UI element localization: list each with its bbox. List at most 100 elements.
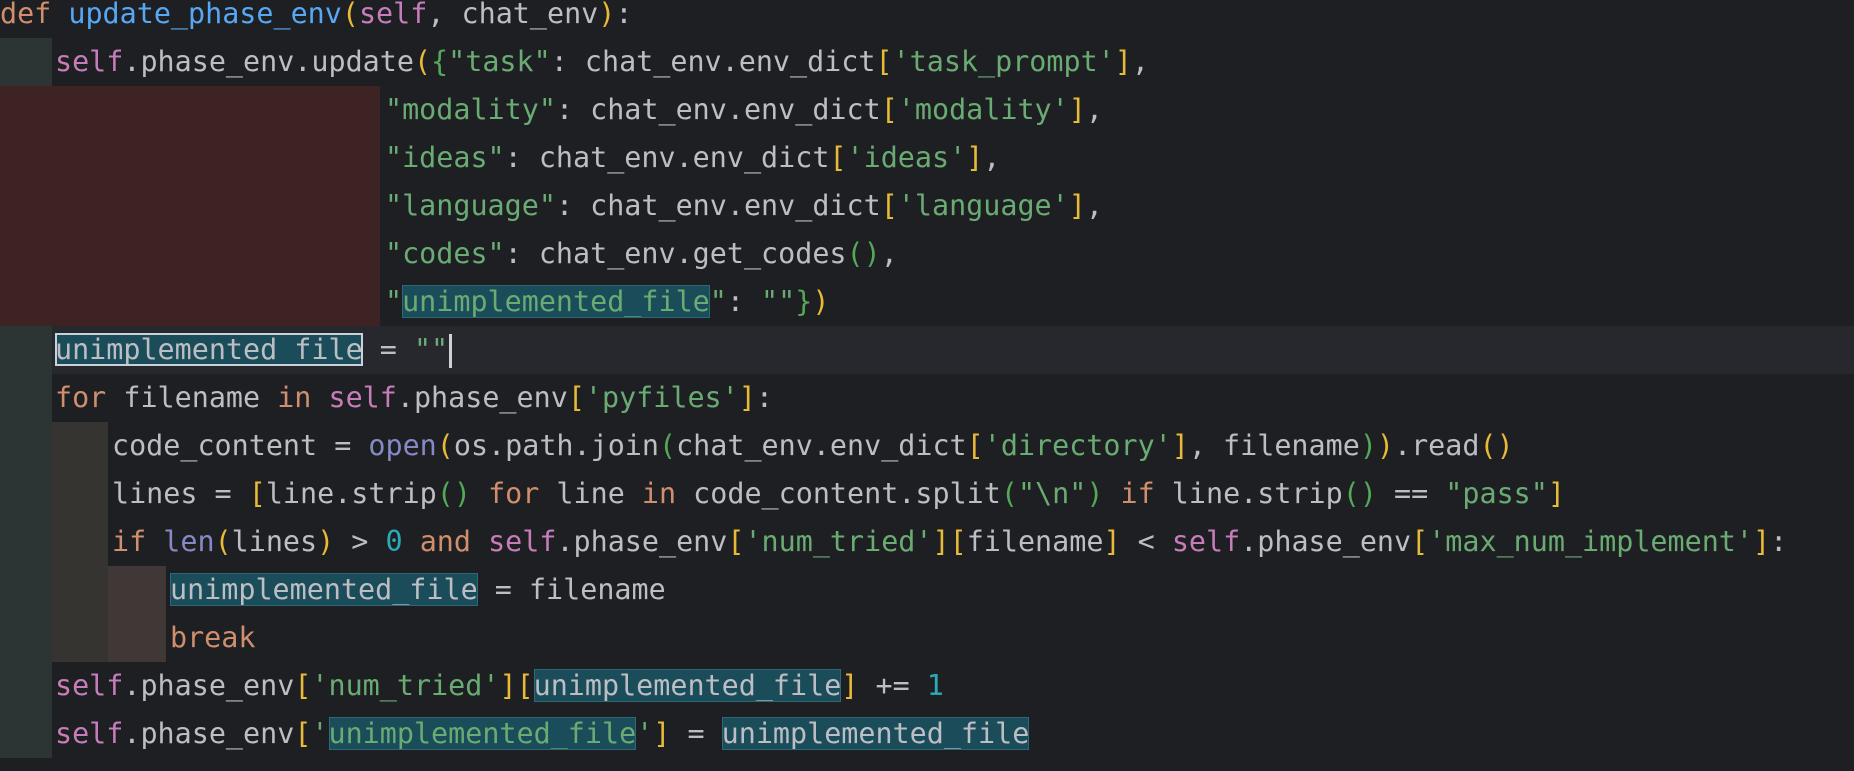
code-token: :	[1770, 525, 1788, 558]
code-token: (	[341, 0, 359, 30]
code-line[interactable]: "unimplemented_file": ""})	[0, 278, 1854, 326]
code-token: line.strip	[265, 477, 437, 510]
code-line[interactable]: self.phase_env['unimplemented_file'] = u…	[0, 710, 1854, 758]
indent-guide	[0, 710, 52, 758]
indent-guide	[52, 566, 108, 614]
code-token: ]	[653, 717, 671, 750]
indent-guide	[0, 614, 52, 662]
code-token: "modality"	[385, 93, 556, 126]
highlighted-identifier: unimplemented_file	[721, 717, 1030, 750]
code-line[interactable]: if len(lines) > 0 and self.phase_env['nu…	[0, 518, 1854, 566]
indent-guide	[0, 326, 52, 374]
indent-guide	[0, 470, 52, 518]
code-token: [	[949, 525, 967, 558]
code-token: :	[755, 381, 773, 414]
code-token: len	[163, 525, 215, 558]
code-line[interactable]: "language": chat_env.env_dict['language'…	[0, 182, 1854, 230]
code-token: [	[294, 669, 312, 702]
code-text: code_content = open(os.path.join(chat_en…	[112, 422, 1514, 470]
indent-guide	[0, 518, 52, 566]
indent-guide	[52, 230, 380, 278]
code-token: (	[214, 525, 232, 558]
code-token: "	[709, 285, 727, 318]
code-line[interactable]: unimplemented_file = filename	[0, 566, 1854, 614]
code-line[interactable]: break	[0, 614, 1854, 662]
code-token: ]	[932, 525, 950, 558]
code-token: update_phase_env	[68, 0, 342, 30]
code-token: )	[812, 285, 830, 318]
code-token: in	[277, 381, 312, 414]
code-token: <	[1120, 525, 1172, 558]
code-token: 0	[385, 525, 403, 558]
code-token: self	[55, 669, 124, 702]
code-token: open	[368, 429, 437, 462]
highlighted-identifier: unimplemented_file	[533, 669, 842, 702]
code-token: 'language'	[897, 189, 1069, 222]
code-token: and	[419, 525, 471, 558]
code-token: ,	[880, 237, 898, 270]
indent-guide	[0, 86, 52, 134]
indent-guide	[0, 278, 52, 326]
code-text: "modality": chat_env.env_dict['modality'…	[385, 86, 1103, 134]
code-token: 'task_prompt'	[892, 45, 1115, 78]
indent-guide	[0, 662, 52, 710]
code-token: "ideas"	[385, 141, 505, 174]
code-token: "\n"	[1017, 477, 1087, 510]
code-token: for	[488, 477, 540, 510]
code-token: self	[358, 0, 428, 30]
code-token: : chat_env.env_dict	[504, 141, 830, 174]
code-token: if	[1120, 477, 1155, 510]
code-line[interactable]: self.phase_env.update({"task": chat_env.…	[0, 38, 1854, 86]
code-token: break	[170, 621, 256, 654]
code-line[interactable]: "modality": chat_env.env_dict['modality'…	[0, 86, 1854, 134]
highlighted-identifier: unimplemented_file	[170, 573, 478, 606]
code-line[interactable]: def update_phase_env(self, chat_env):	[0, 0, 1854, 38]
indent-guide	[52, 86, 380, 134]
code-line[interactable]: code_content = open(os.path.join(chat_en…	[0, 422, 1854, 470]
code-token: "codes"	[385, 237, 505, 270]
indent-guide	[52, 470, 108, 518]
code-text: "unimplemented_file": ""})	[385, 278, 829, 326]
code-token: {	[431, 45, 449, 78]
code-token: ]	[738, 381, 756, 414]
code-token: def	[0, 0, 52, 30]
code-token: ()	[436, 477, 471, 510]
code-text: unimplemented_file = filename	[170, 566, 666, 614]
code-token: [	[875, 45, 893, 78]
indent-guide	[0, 566, 52, 614]
code-text: "language": chat_env.env_dict['language'…	[385, 182, 1103, 230]
code-text: "ideas": chat_env.env_dict['ideas'],	[385, 134, 1000, 182]
indent-guide	[0, 422, 52, 470]
code-token: [	[966, 429, 984, 462]
code-text: self.phase_env.update({"task": chat_env.…	[55, 38, 1149, 86]
code-token: "pass"	[1445, 477, 1548, 510]
highlighted-identifier: unimplemented_file	[328, 717, 637, 750]
code-token: code_content.split	[676, 477, 1001, 510]
code-token: :	[726, 285, 762, 318]
code-token: (	[1000, 477, 1018, 510]
code-line[interactable]: lines = [line.strip() for line in code_c…	[0, 470, 1854, 518]
code-token: filename	[966, 525, 1104, 558]
code-editor[interactable]: def update_phase_env(self, chat_env): sel…	[0, 0, 1854, 771]
code-token: : chat_env.env_dict	[555, 93, 881, 126]
code-token: .phase_env	[1240, 525, 1412, 558]
code-line[interactable]: unimplemented_file = ""	[0, 326, 1854, 374]
code-line[interactable]: self.phase_env['num_tried'][unimplemente…	[0, 662, 1854, 710]
code-token: lines	[231, 525, 318, 558]
code-token: ]	[841, 669, 859, 702]
code-line[interactable]: "codes": chat_env.get_codes(),	[0, 230, 1854, 278]
code-line[interactable]: for filename in self.phase_env['pyfiles'…	[0, 374, 1854, 422]
code-token: [	[880, 189, 898, 222]
code-token: }	[795, 285, 813, 318]
code-token: .read	[1394, 429, 1480, 462]
indent-guide	[52, 134, 380, 182]
code-line[interactable]: "ideas": chat_env.env_dict['ideas'],	[0, 134, 1854, 182]
code-token: 'directory'	[983, 429, 1172, 462]
code-token: 'ideas'	[846, 141, 967, 174]
code-text: self.phase_env['unimplemented_file'] = u…	[55, 710, 1030, 758]
